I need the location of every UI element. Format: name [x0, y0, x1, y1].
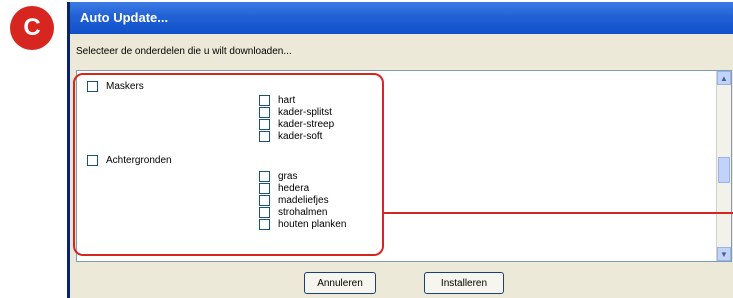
- scroll-thumb[interactable]: [718, 157, 730, 183]
- scroll-down-icon[interactable]: ▼: [717, 247, 731, 261]
- step-badge: C: [10, 6, 54, 50]
- callout-line: [384, 212, 733, 214]
- install-button[interactable]: Installeren: [424, 272, 504, 294]
- instruction-text: Selecteer de onderdelen die u wilt downl…: [76, 46, 292, 57]
- highlight-frame: [73, 73, 384, 256]
- scroll-up-icon[interactable]: ▲: [717, 71, 731, 85]
- vertical-scrollbar[interactable]: ▲ ▼: [716, 71, 731, 261]
- cancel-button[interactable]: Annuleren: [304, 272, 376, 294]
- dialog-title: Auto Update...: [70, 2, 733, 34]
